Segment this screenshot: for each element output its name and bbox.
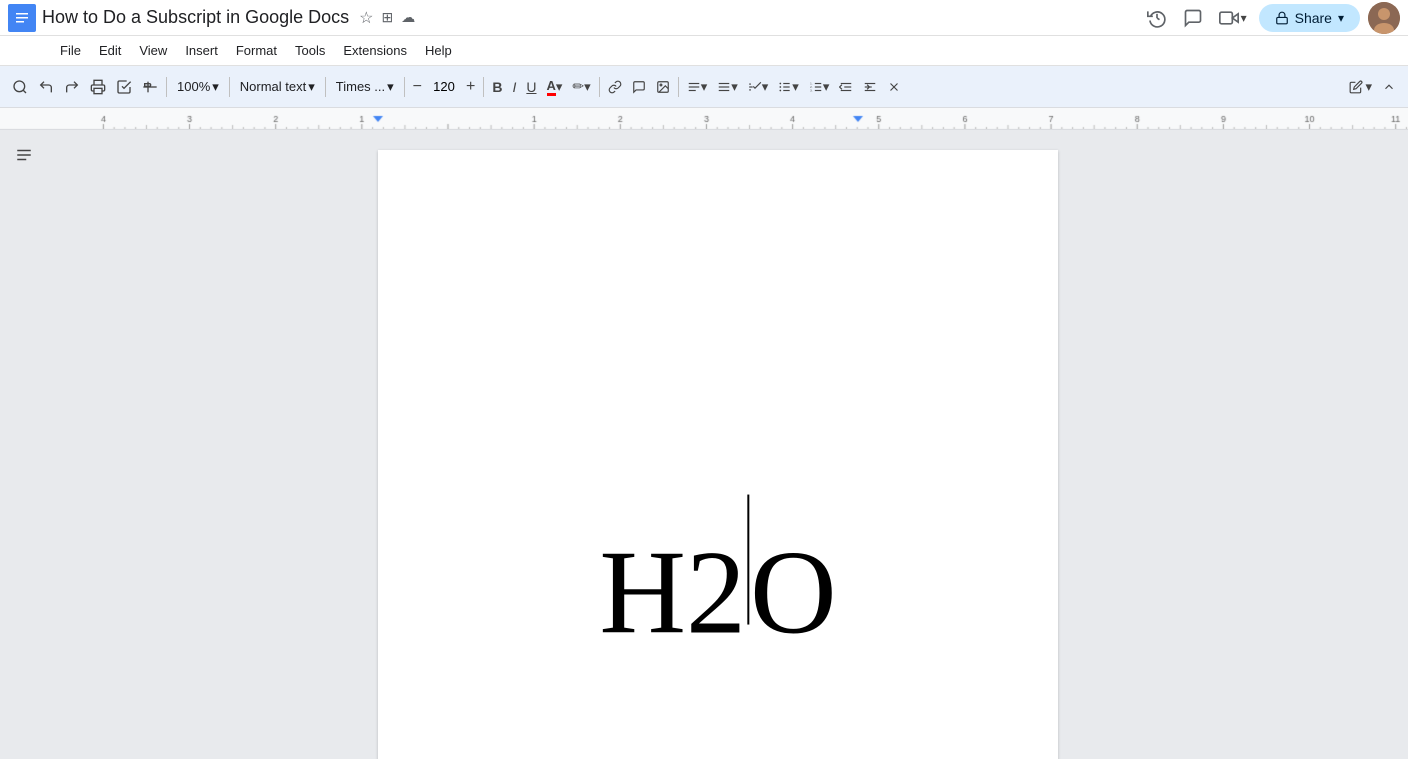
svg-text:3.: 3. [810,88,813,92]
document-area[interactable]: H2 O [0,130,1408,759]
text-style-dropdown-icon: ▾ [308,79,315,95]
add-to-drive-icon[interactable]: ⊞ [382,9,394,26]
bold-button[interactable]: B [488,72,506,102]
toolbar: 100% ▾ Normal text ▾ Times ... ▾ − + B I… [0,66,1408,108]
line-spacing-button[interactable]: ▾ [713,72,742,102]
undo-button[interactable] [34,72,58,102]
page-wrapper: H2 O [48,130,1388,759]
outline-toggle[interactable] [15,146,33,169]
italic-button[interactable]: I [508,72,520,102]
menu-edit[interactable]: Edit [91,41,129,60]
print-button[interactable] [86,72,110,102]
text-color-button[interactable]: A ▾ [543,72,567,102]
font-size-increase-button[interactable]: + [462,72,479,102]
toolbar-separator-4 [404,77,405,97]
menu-file[interactable]: File [52,41,89,60]
title-action-icons: ☆ ⊞ ☁ [359,8,415,28]
text-color-dropdown-icon[interactable]: ▾ [556,79,563,95]
comment-button[interactable] [628,72,650,102]
menu-extensions[interactable]: Extensions [335,41,415,60]
zoom-control[interactable]: 100% ▾ [171,72,225,102]
share-dropdown-icon[interactable]: ▾ [1338,11,1344,25]
font-dropdown-icon: ▾ [387,79,394,95]
search-button[interactable] [8,72,32,102]
right-scrollbar-area [1388,130,1408,759]
share-label: Share [1295,10,1332,26]
user-avatar[interactable] [1368,2,1400,34]
underline-button[interactable]: U [522,72,540,102]
menu-insert[interactable]: Insert [177,41,226,60]
share-button[interactable]: Share ▾ [1259,4,1360,32]
star-icon[interactable]: ☆ [359,8,373,28]
paint-format-button[interactable] [138,72,162,102]
outline-panel [0,130,48,759]
zoom-dropdown-icon: ▾ [212,79,219,95]
toolbar-separator-6 [599,77,600,97]
toolbar-separator-1 [166,77,167,97]
menu-bar: File Edit View Insert Format Tools Exten… [0,36,1408,66]
highlight-button[interactable]: ✏ ▾ [568,72,594,102]
indent-increase-button[interactable] [859,72,881,102]
zoom-dropdown[interactable]: 100% ▾ [171,72,225,102]
text-style-label: Normal text [240,79,306,94]
toolbar-separator-5 [483,77,484,97]
ruler [0,108,1408,130]
indent-decrease-button[interactable] [835,72,857,102]
cloud-save-icon[interactable]: ☁ [401,9,415,26]
font-size-decrease-button[interactable]: − [409,72,426,102]
highlight-dropdown-icon[interactable]: ▾ [584,79,591,95]
menu-format[interactable]: Format [228,41,285,60]
image-button[interactable] [652,72,674,102]
zoom-value: 100% [177,79,210,94]
toolbar-separator-3 [325,77,326,97]
highlight-icon: ✏ [572,78,584,95]
clear-format-button[interactable] [883,72,905,102]
text-after-cursor: O [750,524,837,662]
history-icon[interactable] [1143,4,1171,32]
text-before-cursor: H2 [599,524,746,662]
text-style-dropdown[interactable]: Normal text ▾ [234,72,321,102]
title-bar: How to Do a Subscript in Google Docs ☆ ⊞… [0,0,1408,36]
expand-toolbar-button[interactable] [1378,72,1400,102]
toolbar-separator-2 [229,77,230,97]
redo-button[interactable] [60,72,84,102]
chat-icon[interactable] [1179,4,1207,32]
spellcheck-button[interactable] [112,72,136,102]
text-color-icon: A [547,78,556,96]
document-title: How to Do a Subscript in Google Docs [42,7,349,28]
font-dropdown[interactable]: Times ... ▾ [330,72,400,102]
font-size-input[interactable] [428,79,460,94]
numbered-list-button[interactable]: 1. 2. 3. ▾ [805,72,834,102]
document-page[interactable]: H2 O [378,150,1058,759]
pencil-edit-button[interactable]: ▾ [1345,72,1376,102]
font-label: Times ... [336,79,385,94]
text-cursor [747,495,749,625]
bullet-list-button[interactable]: ▾ [774,72,803,102]
menu-tools[interactable]: Tools [287,41,333,60]
link-button[interactable] [604,72,626,102]
align-button[interactable]: ▾ [683,72,712,102]
checklist-button[interactable]: ▾ [744,72,773,102]
toolbar-separator-7 [678,77,679,97]
app-icon[interactable] [8,4,36,32]
meet-button[interactable]: ▾ [1215,4,1251,32]
document-content[interactable]: H2 O [599,503,836,662]
menu-help[interactable]: Help [417,41,460,60]
title-right-section: ▾ Share ▾ [1143,2,1400,34]
menu-view[interactable]: View [131,41,175,60]
